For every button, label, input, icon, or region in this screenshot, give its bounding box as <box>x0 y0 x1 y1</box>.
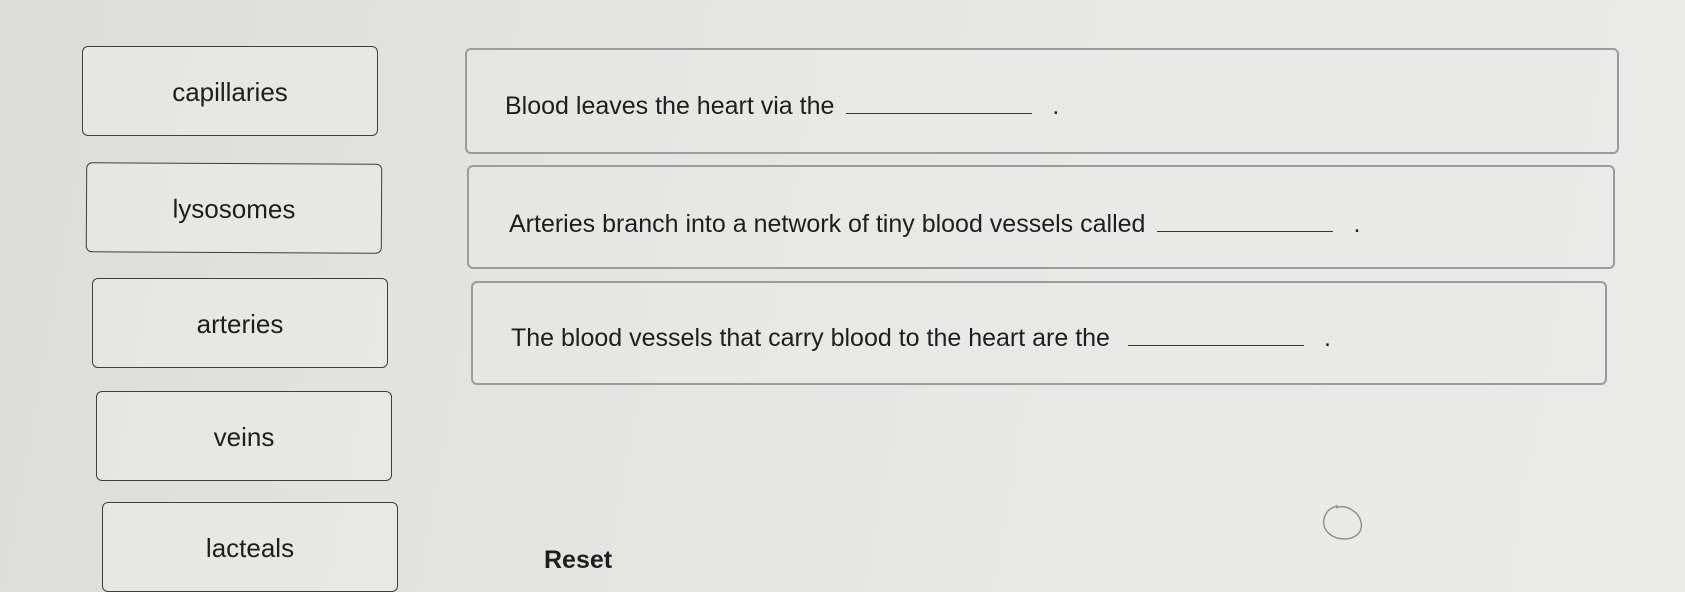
question-text-row: The blood vessels that carry blood to th… <box>511 323 1331 353</box>
question-text-row: Blood leaves the heart via the. <box>505 91 1059 121</box>
matching-activity: capillaries lysosomes arteries veins lac… <box>0 0 1685 592</box>
question-box-2: Arteries branch into a network of tiny b… <box>467 165 1615 269</box>
answer-blank-2[interactable] <box>1157 209 1334 232</box>
question-text: Blood leaves the heart via the <box>505 92 835 120</box>
sentence-period: . <box>1353 210 1361 238</box>
answer-option-label: lacteals <box>205 533 295 563</box>
question-text-row: Arteries branch into a network of tiny b… <box>509 209 1360 239</box>
answer-option-label: lysosomes <box>172 193 296 225</box>
answer-option-veins[interactable]: veins <box>96 391 392 481</box>
answer-option-label: veins <box>213 422 275 452</box>
answer-blank-1[interactable] <box>846 91 1033 114</box>
answer-blank-3[interactable] <box>1127 323 1304 346</box>
question-box-1: Blood leaves the heart via the. <box>465 48 1619 154</box>
doodle-circle-icon <box>1322 505 1363 540</box>
question-text: The blood vessels that carry blood to th… <box>511 324 1110 352</box>
answer-option-lysosomes[interactable]: lysosomes <box>85 162 383 254</box>
reset-button[interactable]: Reset <box>544 546 612 575</box>
sentence-period: . <box>1052 92 1060 120</box>
answer-option-capillaries[interactable]: capillaries <box>82 46 378 136</box>
answer-option-lacteals[interactable]: lacteals <box>102 502 398 592</box>
answer-option-label: arteries <box>196 309 284 339</box>
answer-option-arteries[interactable]: arteries <box>92 278 388 368</box>
question-text: Arteries branch into a network of tiny b… <box>509 210 1146 238</box>
answer-option-label: capillaries <box>172 77 288 107</box>
sentence-period: . <box>1323 324 1331 352</box>
question-box-3: The blood vessels that carry blood to th… <box>471 281 1607 385</box>
